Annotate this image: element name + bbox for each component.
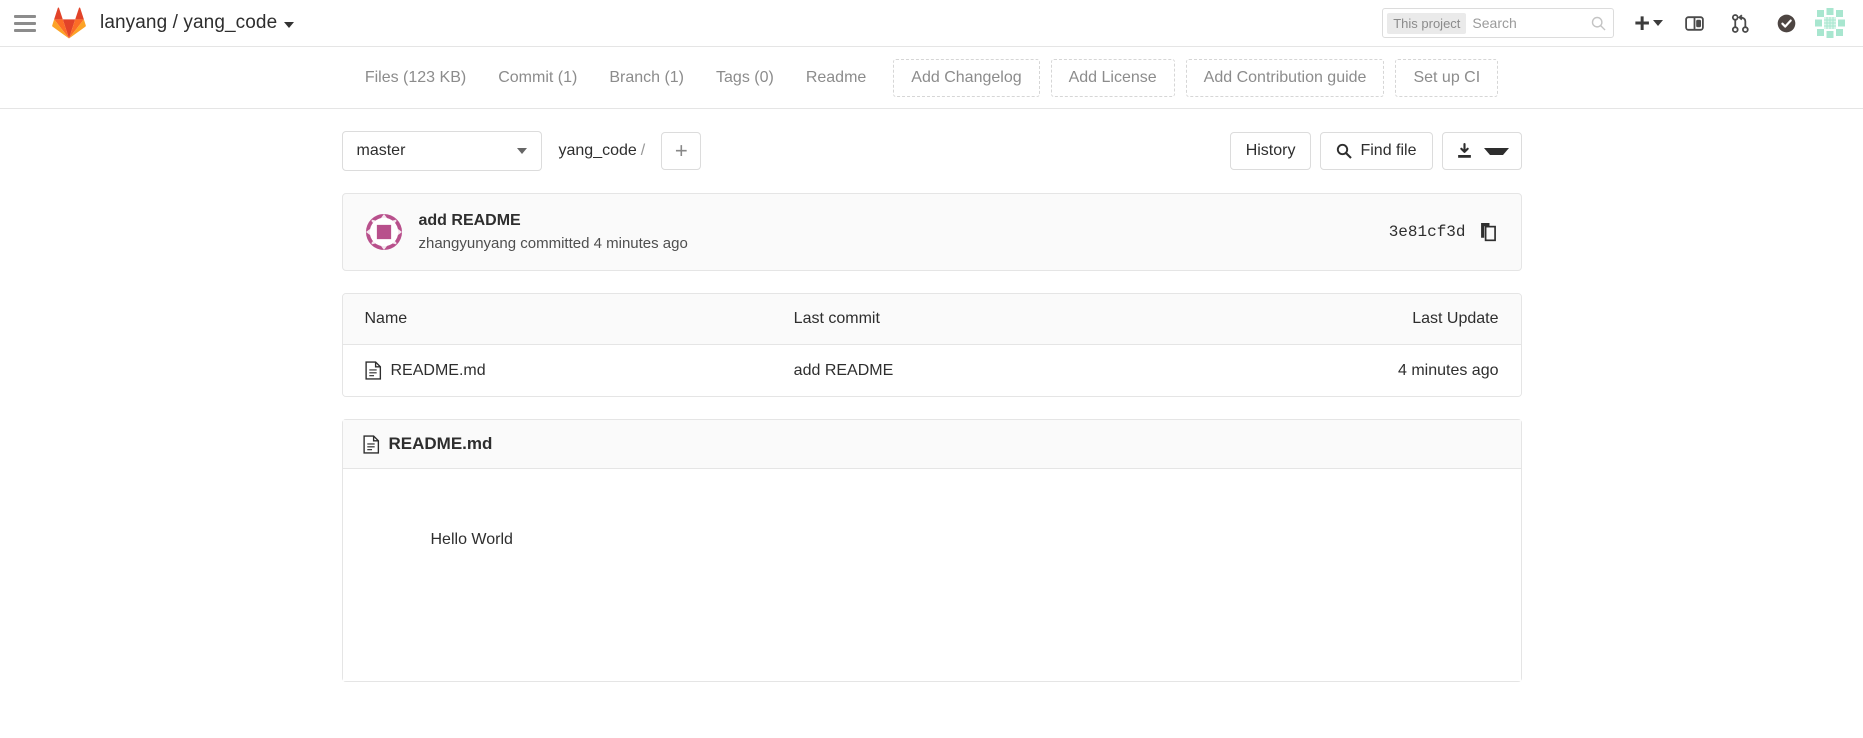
stat-files[interactable]: Files (123 KB) <box>365 69 482 87</box>
project-stats-bar: Files (123 KB) Commit (1) Branch (1) Tag… <box>0 47 1863 109</box>
path-breadcrumb: yang_code / <box>559 142 650 160</box>
column-header-name: Name <box>342 294 772 345</box>
stat-branches[interactable]: Branch (1) <box>593 69 700 87</box>
merge-request-icon <box>1731 13 1749 33</box>
find-file-label: Find file <box>1360 142 1417 159</box>
user-avatar-icon[interactable] <box>1815 8 1845 38</box>
readme-header: README.md <box>342 420 1521 469</box>
top-navbar: lanyang / yang_code This project + <box>0 0 1863 47</box>
repo-toolbar-actions: History Find file <box>1229 132 1522 170</box>
column-header-last-update: Last Update <box>1144 294 1521 345</box>
file-last-update-cell: 4 minutes ago <box>1144 344 1521 396</box>
set-up-ci-button[interactable]: Set up CI <box>1395 58 1499 97</box>
column-header-last-commit: Last commit <box>771 294 1145 345</box>
new-dropdown-button[interactable]: + <box>1634 7 1663 38</box>
search-box[interactable]: This project <box>1382 8 1615 38</box>
find-file-button[interactable]: Find file <box>1320 132 1433 170</box>
commit-info: add README zhangyunyang committed 4 minu… <box>419 212 688 252</box>
navbar-actions: This project + <box>1382 6 1845 40</box>
download-icon <box>1457 142 1471 158</box>
commit-sha[interactable]: 3e81cf3d <box>1389 223 1466 241</box>
search-scope-badge[interactable]: This project <box>1387 12 1467 34</box>
commit-message[interactable]: add README <box>419 212 688 230</box>
chevron-down-icon <box>516 148 527 154</box>
search-icon <box>1592 16 1606 31</box>
gitlab-logo-icon[interactable] <box>52 7 86 39</box>
download-dropdown-button[interactable] <box>1441 132 1522 170</box>
project-path-label: lanyang / yang_code <box>100 12 278 33</box>
chevron-down-icon <box>1653 20 1663 26</box>
branch-name-label: master <box>356 142 406 159</box>
stat-readme[interactable]: Readme <box>790 69 882 87</box>
last-commit-panel: add README zhangyunyang committed 4 minu… <box>341 193 1522 271</box>
plus-icon: + <box>1634 7 1650 38</box>
breadcrumb-separator: / <box>640 142 646 159</box>
copy-icon[interactable] <box>1480 222 1499 242</box>
commit-author-avatar[interactable] <box>365 213 403 251</box>
chevron-down-icon <box>1483 147 1509 155</box>
repo-toolbar: master yang_code / + History Find file <box>341 131 1522 171</box>
add-changelog-button[interactable]: Add Changelog <box>893 58 1040 97</box>
table-row[interactable]: README.md add README 4 minutes ago <box>342 344 1521 396</box>
commit-sha-group: 3e81cf3d <box>1389 222 1499 242</box>
plus-icon: + <box>674 138 688 163</box>
merge-requests-button[interactable] <box>1723 6 1757 40</box>
chevron-down-icon <box>284 21 295 28</box>
file-name-label: README.md <box>390 361 486 379</box>
stat-commits[interactable]: Commit (1) <box>482 69 593 87</box>
history-button[interactable]: History <box>1229 132 1312 170</box>
stat-tags[interactable]: Tags (0) <box>700 69 790 87</box>
issue-board-button[interactable] <box>1677 6 1711 40</box>
download-icon-wrap[interactable] <box>1443 142 1484 160</box>
search-input[interactable] <box>1466 15 1592 31</box>
history-label: History <box>1245 142 1296 159</box>
readme-filename[interactable]: README.md <box>389 434 493 454</box>
todos-check-icon <box>1777 14 1795 32</box>
readme-body: Hello World <box>342 469 1521 681</box>
todos-button[interactable] <box>1769 6 1803 40</box>
file-name-cell[interactable]: README.md <box>342 344 772 396</box>
file-tree-panel: Name Last commit Last Update README.md a… <box>341 293 1522 397</box>
file-tree-table: Name Last commit Last Update README.md a… <box>342 294 1521 396</box>
issue-board-icon <box>1684 15 1704 31</box>
search-icon <box>1337 143 1353 159</box>
add-license-button[interactable]: Add License <box>1050 58 1175 97</box>
branch-selector[interactable]: master <box>341 131 542 171</box>
breadcrumb-root-link[interactable]: yang_code <box>559 142 637 159</box>
file-text-icon <box>362 434 379 454</box>
file-last-commit-cell[interactable]: add README <box>771 344 1145 396</box>
repository-content: master yang_code / + History Find file a… <box>341 109 1649 738</box>
table-header-row: Name Last commit Last Update <box>342 294 1521 345</box>
commit-meta: zhangyunyang committed 4 minutes ago <box>418 235 688 252</box>
readme-panel: README.md Hello World <box>341 419 1522 682</box>
add-contribution-guide-button[interactable]: Add Contribution guide <box>1185 58 1385 97</box>
file-text-icon <box>364 361 381 380</box>
add-to-tree-button[interactable]: + <box>661 132 702 170</box>
readme-content: Hello World <box>430 531 513 548</box>
hamburger-icon[interactable] <box>14 14 36 32</box>
project-breadcrumb[interactable]: lanyang / yang_code <box>100 12 295 34</box>
